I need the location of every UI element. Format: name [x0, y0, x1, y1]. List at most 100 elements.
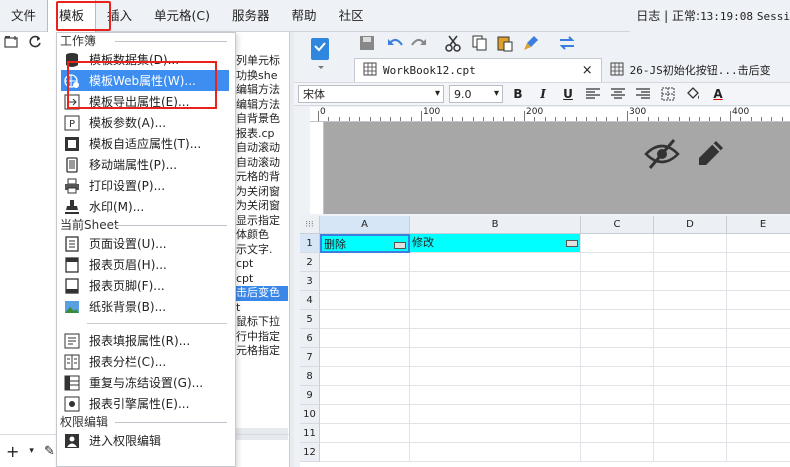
- grid-cell[interactable]: [581, 386, 654, 405]
- template-file-item[interactable]: 为关闭窗: [236, 199, 288, 214]
- grid-cell[interactable]: 修改: [410, 234, 581, 253]
- row-header[interactable]: 10: [300, 405, 320, 424]
- menu-item-engine-properties[interactable]: 报表引擎属性(E)...: [57, 393, 235, 414]
- edit-icon[interactable]: ✎: [44, 444, 55, 459]
- template-file-item[interactable]: 报表.cp: [236, 127, 288, 142]
- grid-cell[interactable]: [581, 253, 654, 272]
- font-color-button[interactable]: A: [708, 85, 728, 103]
- grid-cell[interactable]: [410, 443, 581, 462]
- grid-cell[interactable]: [654, 443, 727, 462]
- template-file-item[interactable]: 列单元标: [236, 54, 288, 69]
- grid-cell[interactable]: [320, 348, 410, 367]
- copy-icon[interactable]: [470, 34, 488, 55]
- menu-cell[interactable]: 单元格(C): [143, 0, 221, 32]
- menu-help[interactable]: 帮助: [281, 0, 328, 32]
- template-file-item[interactable]: 示文字.: [236, 243, 288, 258]
- underline-button[interactable]: U: [558, 85, 578, 103]
- grid-cell[interactable]: [654, 386, 727, 405]
- swap-icon[interactable]: [558, 34, 576, 55]
- grid-cell[interactable]: [581, 310, 654, 329]
- grid-cell[interactable]: [727, 272, 790, 291]
- grid-cell[interactable]: [320, 424, 410, 443]
- template-file-item[interactable]: 击后变色: [236, 286, 288, 301]
- column-header[interactable]: D: [654, 216, 727, 234]
- menu-item-mobile[interactable]: 移动端属性(P)...: [57, 154, 235, 175]
- column-header[interactable]: E: [727, 216, 790, 234]
- row-header[interactable]: 11: [300, 424, 320, 443]
- cut-icon[interactable]: [444, 34, 462, 55]
- grid-cell[interactable]: [727, 329, 790, 348]
- grid-cell[interactable]: [727, 348, 790, 367]
- template-file-item[interactable]: 自背景色: [236, 112, 288, 127]
- menu-item-web-properties[interactable]: 模板Web属性(W)...: [61, 70, 229, 91]
- grid-cell[interactable]: [654, 272, 727, 291]
- grid-cell[interactable]: [654, 234, 727, 253]
- log-label[interactable]: 日志: [636, 9, 660, 23]
- grid-cell[interactable]: [654, 367, 727, 386]
- grid-cell[interactable]: [320, 272, 410, 291]
- row-header[interactable]: 1: [300, 234, 320, 253]
- grid-cell[interactable]: [410, 348, 581, 367]
- template-file-item[interactable]: 编辑方法: [236, 83, 288, 98]
- select-all-corner[interactable]: ⁝⁝⁝: [300, 216, 320, 234]
- align-center-icon[interactable]: [608, 85, 628, 103]
- grid-cell[interactable]: [410, 291, 581, 310]
- column-header[interactable]: A: [320, 216, 410, 234]
- align-left-icon[interactable]: [583, 85, 603, 103]
- new-folder-icon[interactable]: [4, 35, 20, 52]
- pencil-icon[interactable]: [694, 138, 726, 170]
- menu-item-print-setup[interactable]: 打印设置(P)...: [57, 175, 235, 196]
- template-file-item[interactable]: 自动滚动: [236, 141, 288, 156]
- grid-cell[interactable]: [320, 291, 410, 310]
- template-file-item[interactable]: 功换she: [236, 69, 288, 84]
- grid-cell[interactable]: [727, 405, 790, 424]
- template-file-item[interactable]: 为关闭窗: [236, 185, 288, 200]
- grid-cell[interactable]: [581, 272, 654, 291]
- row-header[interactable]: 3: [300, 272, 320, 291]
- grid-cell[interactable]: [581, 234, 654, 253]
- grid-cell[interactable]: [727, 310, 790, 329]
- row-header[interactable]: 8: [300, 367, 320, 386]
- template-file-item[interactable]: t: [236, 301, 288, 316]
- grid-cell[interactable]: [654, 291, 727, 310]
- grid-cell[interactable]: [727, 253, 790, 272]
- grid-cell[interactable]: [581, 329, 654, 348]
- row-header[interactable]: 2: [300, 253, 320, 272]
- grid-cell[interactable]: [320, 310, 410, 329]
- template-file-item[interactable]: cpt: [236, 257, 288, 272]
- grid-cell[interactable]: [654, 405, 727, 424]
- chevron-down-icon[interactable]: ▾: [29, 446, 34, 456]
- spreadsheet-grid[interactable]: ⁝⁝⁝ A B C D E 1 删除 修改 2 3 4 5 6 7 8 9 10 11 12: [300, 216, 790, 467]
- row-header[interactable]: 12: [300, 443, 320, 462]
- grid-cell[interactable]: [410, 367, 581, 386]
- row-header[interactable]: 6: [300, 329, 320, 348]
- grid-cell[interactable]: [581, 291, 654, 310]
- format-painter-icon[interactable]: [522, 34, 540, 55]
- grid-cell[interactable]: [727, 291, 790, 310]
- menu-item-page-setup[interactable]: 页面设置(U)...: [57, 233, 235, 254]
- template-file-item[interactable]: 元格指定: [236, 344, 288, 359]
- grid-cell[interactable]: [581, 424, 654, 443]
- fill-color-icon[interactable]: [683, 85, 703, 103]
- template-file-item[interactable]: 编辑方法: [236, 98, 288, 113]
- grid-cell[interactable]: [581, 348, 654, 367]
- grid-cell[interactable]: [654, 424, 727, 443]
- menu-item-columns[interactable]: 报表分栏(C)...: [57, 351, 235, 372]
- menu-template[interactable]: 模板: [47, 0, 97, 32]
- grid-cell[interactable]: [654, 253, 727, 272]
- grid-cell[interactable]: [581, 405, 654, 424]
- add-icon[interactable]: +: [6, 442, 19, 461]
- template-design-icon[interactable]: [308, 36, 334, 73]
- row-header[interactable]: 9: [300, 386, 320, 405]
- grid-cell[interactable]: [581, 367, 654, 386]
- grid-cell[interactable]: 删除: [320, 234, 410, 253]
- row-header[interactable]: 7: [300, 348, 320, 367]
- redo-icon[interactable]: [410, 34, 428, 55]
- menu-item-watermark[interactable]: 水印(M)...: [57, 196, 235, 217]
- grid-cell[interactable]: [410, 329, 581, 348]
- menu-item-fill-properties[interactable]: 报表填报属性(R)...: [57, 330, 235, 351]
- eye-slash-icon[interactable]: [644, 138, 680, 170]
- save-icon[interactable]: [358, 34, 376, 55]
- menu-item-adaptive[interactable]: 模板自适应属性(T)...: [57, 133, 235, 154]
- menu-community[interactable]: 社区: [328, 0, 375, 32]
